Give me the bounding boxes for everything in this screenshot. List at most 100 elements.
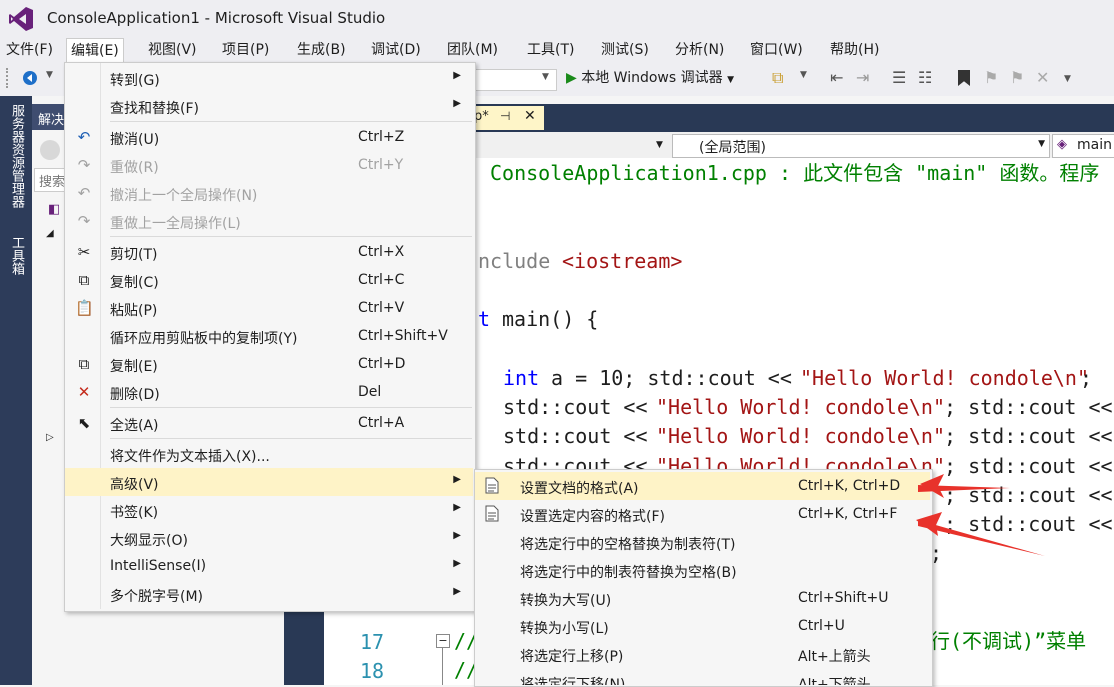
run-button-label: 本地 Windows 调试器 (581, 70, 723, 86)
menu-project[interactable]: 项目(P) (218, 40, 273, 60)
code-cout-tail: ; std::cout << (944, 395, 1113, 419)
server-explorer-tab[interactable]: 服务器资源管理器 (5, 104, 27, 224)
menu-item-label: 撤消上一个全局操作(N) (110, 188, 258, 204)
menu-item-copy[interactable]: ⧉ 复制(C) Ctrl+C (65, 266, 473, 294)
project-combo-dropdown-icon[interactable]: ▼ (656, 140, 663, 150)
submenu-item-move-up[interactable]: 将选定行上移(P) Alt+上箭头 (475, 640, 930, 668)
submenu-arrow-icon: ▶ (453, 558, 461, 569)
play-icon: ▶ (566, 70, 577, 86)
submenu-item-format-selection[interactable]: 设置选定内容的格式(F) Ctrl+K, Ctrl+F (475, 500, 930, 528)
menu-window[interactable]: 窗口(W) (746, 40, 807, 60)
menu-item-duplicate[interactable]: ⧉ 复制(E) Ctrl+D (65, 350, 473, 378)
menu-item-goto[interactable]: 转到(G) ▶ (65, 64, 473, 92)
start-debugging-button[interactable]: ▶ 本地 Windows 调试器 ▼ (566, 66, 734, 90)
menu-item-label: 大纲显示(O) (110, 533, 188, 549)
menu-view[interactable]: 视图(V) (144, 40, 201, 60)
scope-label: (全局范围) (699, 140, 766, 156)
tree-expand-icon[interactable]: ▷ (46, 432, 54, 443)
pin-icon[interactable]: ⊣ (500, 109, 510, 123)
menu-item-label: 多个脱字号(M) (110, 589, 204, 605)
menu-item-bookmarks[interactable]: 书签(K) ▶ (65, 496, 473, 524)
line-number: 17 (360, 630, 385, 654)
menu-analyze[interactable]: 分析(N) (671, 40, 728, 60)
menu-item-label: 重做(R) (110, 160, 159, 176)
menu-item-intellisense[interactable]: IntelliSense(I) ▶ (65, 552, 473, 580)
code-int-token: int (503, 366, 540, 390)
menu-item-label: 循环应用剪贴板中的复制项(Y) (110, 331, 298, 347)
menu-item-redo[interactable]: ↷ 重做(R) Ctrl+Y (65, 151, 473, 179)
next-bookmark-icon[interactable]: ⚑ (1010, 68, 1024, 87)
collapse-region-icon[interactable]: − (436, 634, 450, 648)
clear-bookmarks-icon[interactable]: ✕ (1036, 68, 1049, 87)
menu-edit[interactable]: 编辑(E) (66, 38, 124, 63)
back-icon[interactable] (22, 70, 38, 86)
menu-item-delete[interactable]: ✕ 删除(D) Del (65, 378, 473, 406)
menu-debug[interactable]: 调试(D) (367, 40, 425, 60)
menu-item-select-all[interactable]: ⬉ 全选(A) Ctrl+A (65, 409, 473, 437)
menu-item-shortcut: Ctrl+X (358, 244, 405, 260)
menu-item-cycle-clipboard[interactable]: 循环应用剪贴板中的复制项(Y) Ctrl+Shift+V (65, 322, 473, 350)
submenu-arrow-icon: ▶ (453, 586, 461, 597)
menu-item-insert-file[interactable]: 将文件作为文本插入(X)... (65, 440, 473, 468)
step-into-icon[interactable]: ⇤ (830, 68, 843, 87)
menu-item-global-redo[interactable]: ↷ 重做上一全局操作(L) (65, 207, 473, 235)
menu-item-shortcut: Ctrl+Shift+V (358, 328, 448, 344)
menu-item-global-undo[interactable]: ↶ 撤消上一个全局操作(N) (65, 179, 473, 207)
back-dropdown-icon[interactable]: ▼ (46, 70, 53, 80)
submenu-item-move-down[interactable]: 将选定行下移(N) Alt+下箭头 (475, 668, 930, 685)
menu-test[interactable]: 测试(S) (597, 40, 653, 60)
close-tab-icon[interactable]: ✕ (524, 108, 536, 124)
submenu-item-untabify[interactable]: 将选定行中的制表符替换为空格(B) (475, 556, 930, 584)
find-dropdown-icon[interactable]: ▼ (800, 70, 807, 80)
menu-item-label: 将文件作为文本插入(X)... (110, 449, 270, 465)
menu-item-multi-caret[interactable]: 多个脱字号(M) ▶ (65, 580, 473, 608)
prev-bookmark-icon[interactable]: ⚑ (984, 68, 998, 87)
menu-tools[interactable]: 工具(T) (523, 40, 578, 60)
menu-file[interactable]: 文件(F) (2, 40, 57, 60)
home-icon[interactable] (40, 140, 60, 160)
scope-dropdown-icon: ▼ (1038, 139, 1045, 149)
toolbar-overflow-icon[interactable]: ▼ (1064, 74, 1071, 84)
format-document-icon (485, 477, 499, 494)
comment-lines-icon[interactable]: ☰ (892, 68, 906, 87)
submenu-item-format-document[interactable]: 设置文档的格式(A) Ctrl+K, Ctrl+D (475, 472, 930, 500)
menu-help[interactable]: 帮助(H) (826, 40, 883, 60)
member-combo[interactable]: ◈ main (1052, 134, 1114, 158)
menu-build[interactable]: 生成(B) (293, 40, 350, 60)
copy-icon: ⧉ (78, 271, 90, 289)
menu-item-cut[interactable]: ✂ 剪切(T) Ctrl+X (65, 238, 473, 266)
code-string: "Hello World! condole\n" (656, 424, 945, 448)
submenu-item-uppercase[interactable]: 转换为大写(U) Ctrl+Shift+U (475, 584, 930, 612)
submenu-item-label: 将选定行中的制表符替换为空格(B) (520, 565, 737, 581)
global-undo-icon: ↶ (77, 184, 91, 202)
submenu-item-shortcut: Alt+下箭头 (798, 677, 871, 685)
uncomment-lines-icon[interactable]: ☷ (918, 68, 932, 87)
combo-dropdown-icon[interactable]: ▼ (542, 72, 549, 82)
submenu-item-shortcut: Ctrl+K, Ctrl+D (798, 478, 901, 494)
menu-item-find-replace[interactable]: 查找和替换(F) ▶ (65, 92, 473, 120)
submenu-arrow-icon: ▶ (453, 70, 461, 81)
paste-icon: 📋 (75, 299, 94, 317)
expand-collapse-icon[interactable]: ◢ (46, 228, 54, 239)
menu-item-shortcut: Ctrl+A (358, 415, 405, 431)
menu-item-outlining[interactable]: 大纲显示(O) ▶ (65, 524, 473, 552)
code-main-signature: main() { (502, 307, 599, 331)
submenu-item-label: 转换为大写(U) (520, 593, 612, 609)
step-over-icon[interactable]: ⇥ (856, 68, 869, 87)
menu-item-label: 查找和替换(F) (110, 101, 199, 117)
menu-item-label: IntelliSense(I) (110, 558, 207, 574)
scope-combo[interactable]: (全局范围) ▼ (672, 134, 1050, 158)
redo-icon: ↷ (77, 156, 91, 174)
menu-item-advanced[interactable]: 高级(V) ▶ (65, 468, 473, 496)
menu-item-paste[interactable]: 📋 粘贴(P) Ctrl+V (65, 294, 473, 322)
submenu-item-label: 设置选定内容的格式(F) (520, 509, 665, 525)
menu-item-label: 书签(K) (110, 505, 159, 521)
submenu-item-tabify[interactable]: 将选定行中的空格替换为制表符(T) (475, 528, 930, 556)
document-tab[interactable]: p* ⊣ ✕ (468, 106, 544, 130)
menu-team[interactable]: 团队(M) (443, 40, 502, 60)
submenu-item-lowercase[interactable]: 转换为小写(L) Ctrl+U (475, 612, 930, 640)
menu-item-undo[interactable]: ↶ 撤消(U) Ctrl+Z (65, 123, 473, 151)
menu-item-label: 粘贴(P) (110, 303, 158, 319)
toolbox-tab[interactable]: 工具箱 (5, 236, 27, 286)
find-in-files-icon[interactable]: ⧉ (772, 68, 783, 88)
